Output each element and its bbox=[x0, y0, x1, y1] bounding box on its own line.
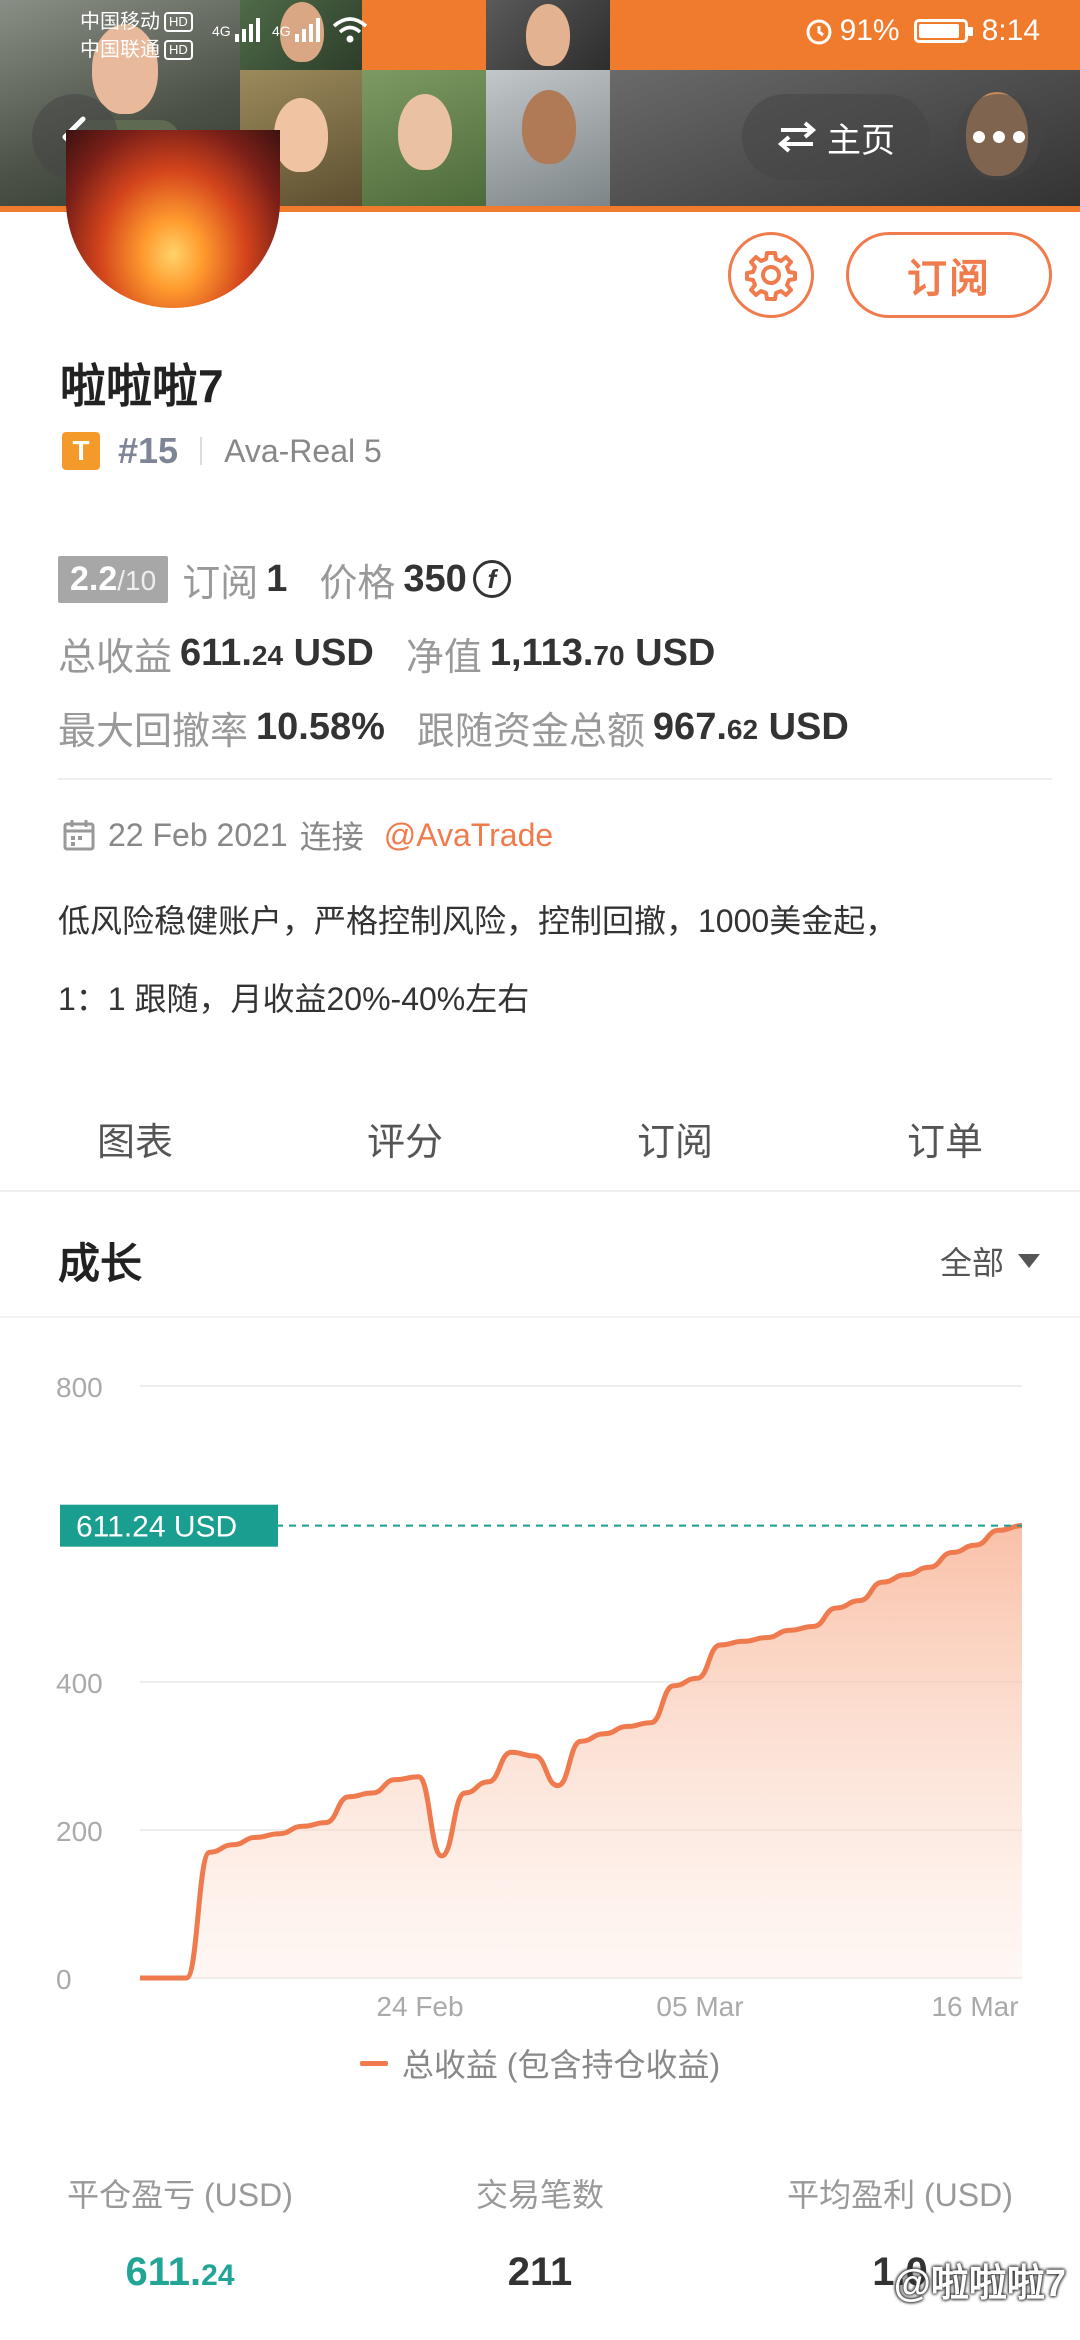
stat-line-3: 最大回撤率 10.58% 跟随资金总额 967.62 USD bbox=[58, 690, 1038, 764]
home-label: 主页 bbox=[827, 121, 895, 160]
range-label: 全部 bbox=[939, 1245, 1004, 1281]
stat-line-2: 总收益 611.24 USD 净值 1,113.70 USD bbox=[58, 616, 1038, 690]
follow-funds: 967.62 USD bbox=[652, 705, 849, 748]
cover-photo-7 bbox=[362, 70, 486, 206]
calendar-icon bbox=[63, 820, 95, 851]
server-name: Ava-Real 5 bbox=[224, 432, 382, 469]
alarm-icon bbox=[806, 19, 832, 45]
settings-button[interactable] bbox=[728, 232, 814, 318]
price-label: 价格 bbox=[319, 562, 396, 605]
wifi-icon bbox=[332, 16, 368, 47]
x-tick-label: 24 Feb bbox=[376, 1991, 463, 2022]
connect-date: 22 Feb 2021 bbox=[108, 816, 288, 853]
caret-down-icon bbox=[1018, 1254, 1040, 1268]
more-dot-icon bbox=[993, 131, 1005, 143]
follow-funds-label: 跟随资金总额 bbox=[416, 710, 645, 753]
trade-count-label: 交易笔数 bbox=[475, 2177, 604, 2213]
network-type-2: 4G bbox=[272, 23, 291, 39]
rank: #15 bbox=[118, 430, 179, 471]
more-dot-icon bbox=[1013, 131, 1025, 143]
x-tick-label: 05 Mar bbox=[656, 1991, 743, 2022]
cover-photo-8 bbox=[486, 70, 610, 206]
score-badge: 2.2/10 bbox=[58, 555, 169, 603]
drawdown: 10.58% bbox=[256, 705, 385, 748]
growth-chart: 0 200 400 800 611.24 USD 24 Feb 05 Mar 16 Mar bbox=[56, 1372, 1023, 2022]
status-right: 91% 8:14 bbox=[804, 14, 1040, 48]
trader-name: 啦啦啦7 bbox=[60, 360, 224, 412]
chart-legend: 总收益 (包含持仓收益) bbox=[0, 2040, 1080, 2086]
y-tick-label: 200 bbox=[56, 1816, 103, 1847]
description: 低风险稳健账户，严格控制风险，控制回撤，1000美金起， 1：1 跟随，月收益2… bbox=[58, 882, 1038, 1038]
battery-icon bbox=[913, 19, 973, 43]
section-header: 成长 全部 bbox=[0, 1196, 1080, 1318]
equity: 1,113.70 USD bbox=[489, 631, 716, 674]
broker-link[interactable]: @AvaTrade bbox=[384, 817, 553, 854]
carrier-2: 中国联通 bbox=[80, 39, 160, 61]
avatar[interactable] bbox=[66, 130, 280, 308]
y-tick-label: 0 bbox=[56, 1964, 72, 1995]
tab-subscribe[interactable]: 订阅 bbox=[540, 1086, 810, 1190]
swap-icon bbox=[777, 121, 817, 153]
status-bar: 中国移动 HD 中国联通 HD 4G 4G 91% 8:14 bbox=[0, 0, 1080, 70]
price: 350 bbox=[403, 557, 467, 600]
drawdown-label: 最大回撤率 bbox=[58, 710, 249, 753]
y-tick-label: 800 bbox=[56, 1372, 103, 1403]
home-button[interactable]: 主页 bbox=[742, 94, 930, 180]
x-tick-label: 16 Mar bbox=[931, 1991, 1018, 2022]
hd-badge-1: HD bbox=[164, 12, 193, 32]
total-profit: 611.24 USD bbox=[180, 631, 374, 674]
stat-line-1: 2.2/10 订阅 1 价格 350 f bbox=[58, 542, 1038, 616]
score-max: /10 bbox=[117, 564, 157, 596]
equity-label: 净值 bbox=[405, 636, 482, 679]
signal-icon-1: 4G bbox=[212, 18, 263, 42]
subscribe-count: 1 bbox=[266, 557, 288, 600]
trade-count-value: 211 bbox=[507, 2250, 573, 2294]
range-dropdown[interactable]: 全部 bbox=[940, 1238, 1040, 1284]
network-type-1: 4G bbox=[212, 23, 231, 39]
watermark: @啦啦啦7 bbox=[893, 2263, 1066, 2305]
avg-profit-label: 平均盈利 (USD) bbox=[787, 2177, 1013, 2213]
legend-swatch bbox=[359, 2060, 388, 2066]
tab-bar: 图表 评分 订阅 订单 bbox=[0, 1086, 1080, 1192]
closed-pnl: 平仓盈亏 (USD) 611.24 bbox=[0, 2170, 360, 2295]
divider bbox=[200, 437, 203, 465]
divider bbox=[58, 778, 1052, 780]
tab-chart[interactable]: 图表 bbox=[0, 1086, 270, 1190]
more-dot-icon bbox=[973, 131, 985, 143]
carrier-info: 中国移动 HD 中国联通 HD bbox=[80, 8, 193, 64]
total-profit-label: 总收益 bbox=[58, 636, 173, 679]
series-area bbox=[140, 1525, 1022, 1978]
y-tick-label: 400 bbox=[56, 1668, 103, 1699]
connect-text: 连接 bbox=[299, 819, 364, 855]
battery-percent: 91% bbox=[839, 14, 900, 47]
gear-icon bbox=[745, 251, 797, 301]
connect-info: 22 Feb 2021 连接 @AvaTrade bbox=[62, 812, 553, 858]
closed-pnl-value: 611.24 bbox=[125, 2250, 235, 2294]
subscribe-count-label: 订阅 bbox=[182, 562, 259, 605]
current-value-label: 611.24 USD bbox=[76, 1511, 237, 1544]
closed-pnl-label: 平仓盈亏 (USD) bbox=[67, 2177, 293, 2213]
stats-panel: 2.2/10 订阅 1 价格 350 f 总收益 611.24 USD 净值 1… bbox=[58, 542, 1038, 764]
signal-icon-2: 4G bbox=[272, 18, 323, 42]
section-title: 成长 bbox=[58, 1240, 143, 1287]
legend-label: 总收益 (包含持仓收益) bbox=[401, 2047, 721, 2083]
more-button[interactable] bbox=[956, 94, 1042, 180]
clock: 8:14 bbox=[981, 14, 1040, 47]
rank-row: T #15 Ava-Real 5 bbox=[62, 430, 382, 472]
description-line: 1：1 跟随，月收益20%-40%左右 bbox=[58, 981, 530, 1017]
trade-count: 交易笔数 211 bbox=[360, 2170, 720, 2295]
hd-badge-2: HD bbox=[164, 40, 193, 60]
subscribe-button[interactable]: 订阅 bbox=[846, 232, 1052, 318]
tab-orders[interactable]: 订单 bbox=[810, 1086, 1080, 1190]
carrier-1: 中国移动 bbox=[80, 11, 160, 33]
trader-badge: T bbox=[62, 432, 100, 470]
coin-icon: f bbox=[472, 560, 511, 598]
description-line: 低风险稳健账户，严格控制风险，控制回撤，1000美金起， bbox=[58, 903, 898, 939]
score: 2.2 bbox=[70, 559, 118, 598]
tab-rating[interactable]: 评分 bbox=[270, 1086, 540, 1190]
